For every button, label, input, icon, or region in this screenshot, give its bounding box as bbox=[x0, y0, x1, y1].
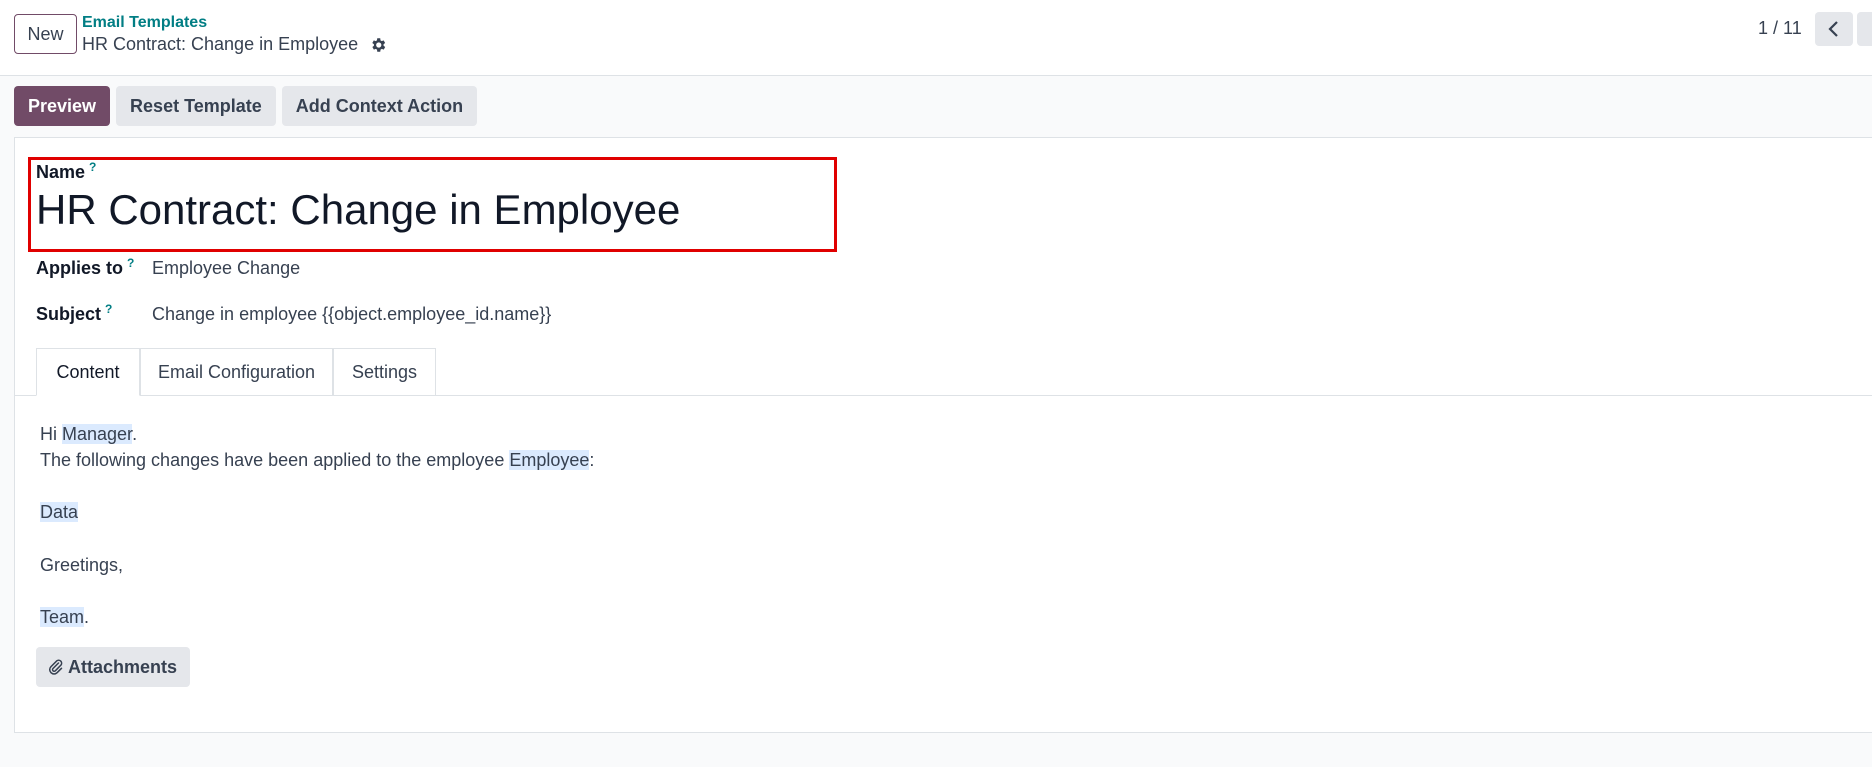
preview-button[interactable]: Preview bbox=[14, 86, 111, 126]
applies-to-label-text: Applies to bbox=[36, 258, 124, 278]
team-period: . bbox=[84, 607, 90, 627]
breadcrumb-email-templates[interactable]: Email Templates bbox=[82, 14, 207, 32]
breadcrumb-current-label: HR Contract: Change in Employee bbox=[82, 34, 359, 54]
chevron-left-icon bbox=[1828, 21, 1838, 37]
form-sheet: Name? HR Contract: Change in Employee Ap… bbox=[14, 137, 1872, 733]
applies-to-field[interactable]: Employee Change bbox=[152, 258, 300, 279]
name-label-text: Name bbox=[36, 162, 86, 182]
pager-previous-button[interactable] bbox=[1815, 12, 1853, 46]
name-field[interactable]: HR Contract: Change in Employee bbox=[36, 186, 680, 234]
pager-next-button[interactable] bbox=[1857, 12, 1872, 46]
breadcrumb-current: HR Contract: Change in Employee bbox=[82, 34, 387, 55]
gear-icon[interactable] bbox=[369, 36, 387, 54]
body-line-greetings[interactable]: Greetings, bbox=[40, 555, 123, 576]
subject-field[interactable]: Change in employee {{object.employee_id.… bbox=[152, 304, 551, 325]
placeholder-team[interactable]: Team bbox=[40, 607, 85, 627]
placeholder-manager[interactable]: Manager bbox=[62, 424, 133, 444]
body-line-team[interactable]: Team. bbox=[40, 607, 89, 628]
help-tooltip-icon[interactable]: ? bbox=[127, 256, 134, 270]
tab-email-configuration[interactable]: Email Configuration bbox=[140, 348, 333, 396]
body-line-greeting[interactable]: Hi Manager. bbox=[40, 424, 137, 445]
applies-to-label: Applies to? bbox=[36, 256, 134, 279]
control-panel: New Email Templates HR Contract: Change … bbox=[0, 0, 1872, 76]
subject-label-text: Subject bbox=[36, 304, 102, 324]
body-line-changes[interactable]: The following changes have been applied … bbox=[40, 450, 594, 471]
name-label: Name? bbox=[36, 160, 96, 183]
placeholder-employee[interactable]: Employee bbox=[509, 450, 590, 470]
add-context-action-button[interactable]: Add Context Action bbox=[281, 86, 478, 126]
subject-label: Subject? bbox=[36, 302, 112, 325]
changes-text: The following changes have been applied … bbox=[40, 450, 510, 470]
help-tooltip-icon[interactable]: ? bbox=[105, 302, 112, 316]
attachments-button[interactable]: Attachments bbox=[36, 647, 191, 687]
tab-content[interactable]: Content bbox=[36, 348, 140, 396]
action-buttons: Preview Reset Template Add Context Actio… bbox=[14, 86, 478, 126]
reset-template-button[interactable]: Reset Template bbox=[116, 86, 276, 126]
changes-colon: : bbox=[589, 450, 595, 470]
help-tooltip-icon[interactable]: ? bbox=[89, 160, 96, 174]
greeting-prefix: Hi bbox=[40, 424, 62, 444]
placeholder-data[interactable]: Data bbox=[40, 502, 79, 522]
pager-value[interactable]: 1 / 11 bbox=[1758, 18, 1802, 39]
greeting-period: . bbox=[132, 424, 138, 444]
new-button[interactable]: New bbox=[14, 14, 77, 54]
body-line-data[interactable]: Data bbox=[40, 502, 79, 523]
paperclip-icon bbox=[49, 659, 63, 675]
tab-settings[interactable]: Settings bbox=[333, 348, 436, 396]
attachments-label: Attachments bbox=[68, 656, 178, 677]
